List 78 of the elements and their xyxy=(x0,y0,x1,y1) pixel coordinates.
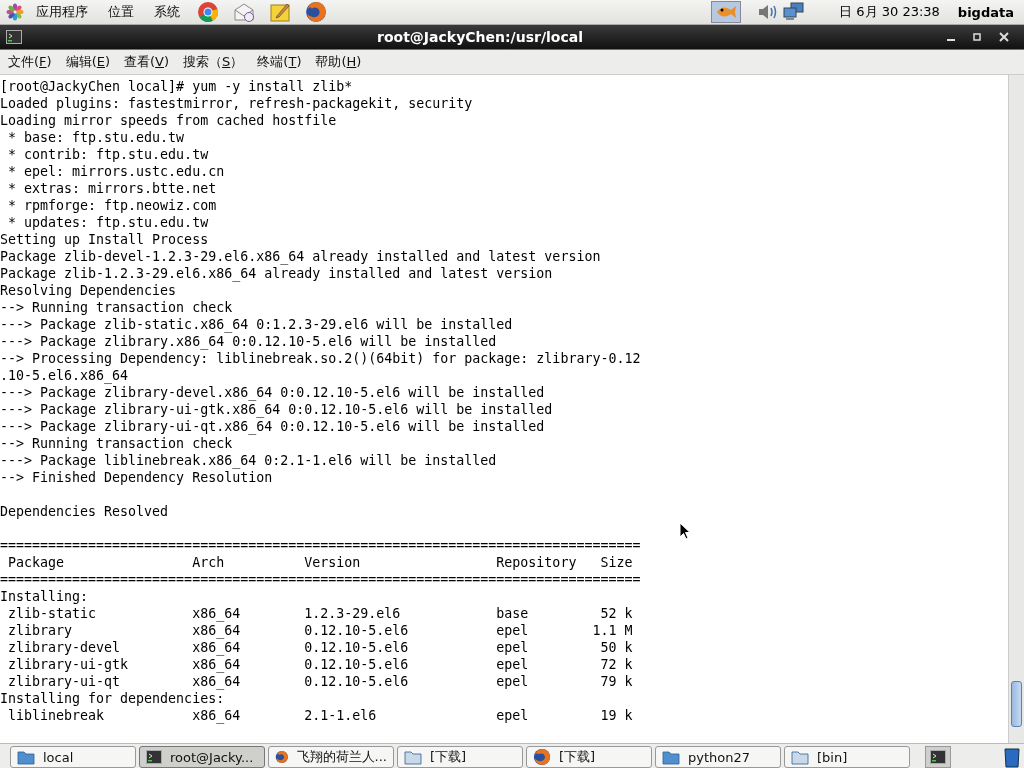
terminal-line: ---> Package zlibrary.x86_64 0:0.12.10-5.el6 will be installed xyxy=(0,333,498,350)
menu-item[interactable]: 查看(V) xyxy=(118,53,176,71)
notepad-pencil-icon[interactable] xyxy=(269,1,291,23)
terminal-line: Setting up Install Process xyxy=(0,231,210,248)
terminal-line: zlibrary-devel x86_64 0.12.10-5.el6 epel 50 k xyxy=(7,639,634,656)
terminal-line: ---> Package zlib-static.x86_64 0:1.2.3-29.el6 will be installed xyxy=(0,316,514,333)
folder-icon xyxy=(404,749,422,765)
terminal-line: Loaded plugins: fastestmirror, refresh-packagekit, security xyxy=(0,95,474,112)
folder-icon xyxy=(791,749,809,765)
window-terminal-icon xyxy=(6,30,22,44)
trash-icon[interactable] xyxy=(1003,746,1021,768)
terminal-line: --> Running transaction check xyxy=(0,435,234,452)
terminal-line: ---> Package zlibrary-devel.x86_64 0:0.12.10-5.el6 will be installed xyxy=(0,384,546,401)
workspace-terminal-icon xyxy=(930,750,946,764)
terminal-line: * updates: ftp.stu.edu.tw xyxy=(7,214,210,231)
taskbar-button[interactable]: root@Jacky... xyxy=(139,746,265,768)
terminal-line: zlibrary x86_64 0.12.10-5.el6 epel 1.1 M xyxy=(7,622,634,639)
terminal-line: .10-5.el6.x86_64 xyxy=(0,367,130,384)
network-computers-icon[interactable] xyxy=(783,2,806,22)
menu-item[interactable]: 终端(T) xyxy=(251,53,308,71)
terminal-line: Package Arch Version Repository Size xyxy=(7,554,634,571)
menu-item[interactable]: 文件(F) xyxy=(2,53,58,71)
workspace-switcher[interactable] xyxy=(925,746,951,768)
terminal-icon xyxy=(146,750,162,764)
terminal-line: * extras: mirrors.btte.net xyxy=(7,180,218,197)
terminal-line: Resolving Dependencies xyxy=(0,282,178,299)
mail-clock-icon[interactable] xyxy=(233,1,255,23)
terminal-line: ================================================================================ xyxy=(0,537,642,554)
user-name[interactable]: bigdata xyxy=(957,4,1014,20)
close-icon[interactable] xyxy=(998,31,1010,43)
scrollbar[interactable] xyxy=(1008,75,1024,743)
terminal-line: ---> Package liblinebreak.x86_64 0:2.1-1.el6 will be installed xyxy=(0,452,498,469)
firefox-icon xyxy=(305,1,327,23)
flower-logo-icon[interactable] xyxy=(6,3,24,21)
fish-applet-icon[interactable] xyxy=(711,1,742,23)
panel-menu[interactable]: 位置 xyxy=(100,3,142,21)
terminal-line: zlib-static x86_64 1.2.3-29.el6 base 52 k xyxy=(7,605,634,622)
terminal-line: zlibrary-ui-qt x86_64 0.12.10-5.el6 epel 79 k xyxy=(7,673,634,690)
folder-icon xyxy=(662,749,680,765)
folder-icon xyxy=(17,749,35,765)
panel-menu[interactable]: 系统 xyxy=(146,3,188,21)
terminal-line: ---> Package zlibrary-ui-gtk.x86_64 0:0.12.10-5.el6 will be installed xyxy=(0,401,554,418)
terminal-line: Dependencies Resolved xyxy=(0,503,170,520)
terminal-line: * base: ftp.stu.edu.tw xyxy=(7,129,186,146)
terminal-line: Package zlib-1.2.3-29.el6.x86_64 already installed and latest version xyxy=(0,265,554,282)
terminal-line: --> Finished Dependency Resolution xyxy=(0,469,274,486)
terminal-line: zlibrary-ui-gtk x86_64 0.12.10-5.el6 epel 72 k xyxy=(7,656,634,673)
maximize-icon[interactable] xyxy=(972,32,982,42)
terminal-line: --> Processing Dependency: liblinebreak.so.2()(64bit) for package: zlibrary-0.12 xyxy=(0,350,642,367)
window-title: root@JackyChen:/usr/local xyxy=(376,29,584,45)
menu-item[interactable]: 搜索（S） xyxy=(177,53,250,71)
terminal-line: * epel: mirrors.ustc.edu.cn xyxy=(7,163,226,180)
taskbar-button[interactable]: [下载] xyxy=(397,746,523,768)
terminal-line: liblinebreak x86_64 2.1-1.el6 epel 19 k xyxy=(7,707,634,724)
scrollbar-thumb[interactable] xyxy=(1011,681,1022,727)
firefox-icon xyxy=(533,748,551,766)
terminal-line: [root@JackyChen local]# yum -y install zlib* xyxy=(0,78,354,95)
terminal-line: Installing for dependencies: xyxy=(0,690,226,707)
terminal-line: Package zlib-devel-1.2.3-29.el6.x86_64 already installed and latest version xyxy=(0,248,602,265)
taskbar-button[interactable]: python27 xyxy=(655,746,781,768)
terminal-line: ================================================================================ xyxy=(0,571,642,588)
terminal-line: --> Running transaction check xyxy=(0,299,234,316)
terminal-line: * rpmforge: ftp.neowiz.com xyxy=(7,197,218,214)
menu-item[interactable]: 帮助(H) xyxy=(309,53,368,71)
clock[interactable]: 日 6月 30 23:38 xyxy=(839,3,940,21)
terminal-line: Installing: xyxy=(0,588,90,605)
taskbar-button[interactable]: [下载] xyxy=(526,746,652,768)
menu-item[interactable]: 编辑(E) xyxy=(59,53,116,71)
firefox-icon xyxy=(275,748,289,766)
taskbar-button[interactable]: local xyxy=(10,746,136,768)
taskbar-button[interactable]: [bin] xyxy=(784,746,910,768)
panel-menu[interactable]: 应用程序 xyxy=(28,3,96,21)
terminal-line: Loading mirror speeds from cached hostfile xyxy=(0,112,338,129)
terminal-line: * contrib: ftp.stu.edu.tw xyxy=(7,146,210,163)
terminal-line: ---> Package zlibrary-ui-qt.x86_64 0:0.12.10-5.el6 will be installed xyxy=(0,418,546,435)
taskbar-button[interactable]: 飞翔的荷兰人... xyxy=(268,746,394,768)
mouse-pointer-icon xyxy=(679,522,691,540)
chrome-icon[interactable] xyxy=(197,1,219,23)
